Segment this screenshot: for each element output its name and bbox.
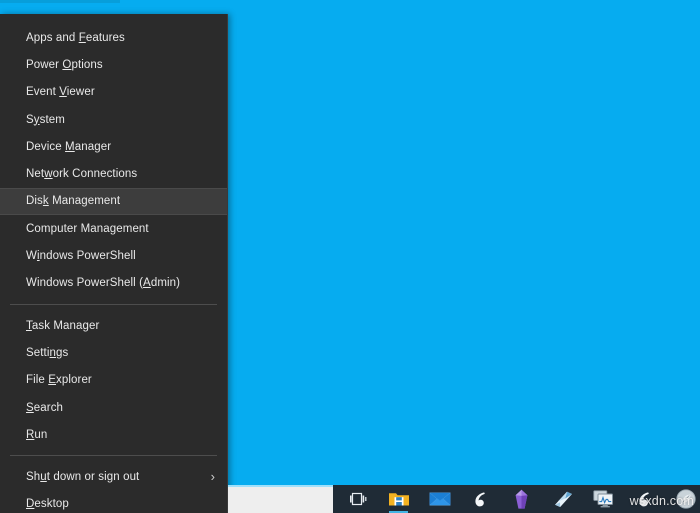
menu-item-device-manager[interactable]: Device Manager xyxy=(0,133,227,160)
crystal-gem-icon[interactable] xyxy=(501,485,542,513)
document-viewer-icon[interactable] xyxy=(542,485,583,513)
menu-item-run[interactable]: Run xyxy=(0,421,227,448)
menu-item-label: Apps and Features xyxy=(26,31,125,44)
taskbar-icon-strip xyxy=(333,485,700,513)
chevron-right-icon: › xyxy=(210,468,215,484)
menu-item-label: Event Viewer xyxy=(26,86,95,99)
menu-item-label: Search xyxy=(26,401,64,414)
sogou-input-icon[interactable] xyxy=(460,485,501,513)
menu-item-task-manager[interactable]: Task Manager xyxy=(0,312,227,339)
menu-item-label: System xyxy=(26,113,65,126)
taskbar xyxy=(228,485,700,513)
taskbar-search-box[interactable] xyxy=(228,485,333,513)
menu-item-desktop[interactable]: Desktop xyxy=(0,491,227,513)
menu-item-apps-and-features[interactable]: Apps and Features xyxy=(0,24,227,51)
menu-item-disk-management[interactable]: Disk Management xyxy=(0,187,227,216)
menu-item-shut-down-or-sign-out[interactable]: Shut down or sign out › xyxy=(0,463,227,490)
mail-icon[interactable] xyxy=(419,485,460,513)
menu-separator xyxy=(10,455,217,457)
menu-item-label: Network Connections xyxy=(26,168,138,181)
system-monitor-icon[interactable] xyxy=(583,485,624,513)
menu-item-label: Desktop xyxy=(26,498,69,511)
menu-item-system[interactable]: System xyxy=(0,106,227,133)
menu-item-search[interactable]: Search xyxy=(0,394,227,421)
menu-item-label: Computer Management xyxy=(26,222,149,235)
menu-item-label: Settings xyxy=(26,346,69,359)
menu-item-event-viewer[interactable]: Event Viewer xyxy=(0,79,227,106)
winx-power-user-menu: Apps and Features Power Options Event View… xyxy=(0,14,228,513)
menu-item-label: Disk Management xyxy=(26,195,121,208)
menu-item-windows-powershell-admin[interactable]: Windows PowerShell (Admin) xyxy=(0,270,227,297)
menu-separator xyxy=(10,303,217,305)
menu-item-settings[interactable]: Settings xyxy=(0,339,227,366)
top-edge-band xyxy=(0,0,120,3)
sogou-pinyin-icon[interactable] xyxy=(624,485,665,513)
menu-item-label: Windows PowerShell xyxy=(26,250,136,263)
menu-item-computer-management[interactable]: Computer Management xyxy=(0,215,227,242)
menu-item-network-connections[interactable]: Network Connections xyxy=(0,160,227,187)
file-explorer-icon[interactable] xyxy=(378,485,419,513)
task-view-icon[interactable] xyxy=(337,485,378,513)
menu-item-label: Shut down or sign out xyxy=(26,471,140,484)
menu-item-label: Device Manager xyxy=(26,140,112,153)
menu-item-windows-powershell[interactable]: Windows PowerShell xyxy=(0,242,227,269)
screen: Apps and Features Power Options Event View… xyxy=(0,0,700,513)
menu-item-label: Windows PowerShell (Admin) xyxy=(26,277,181,290)
menu-item-label: Task Manager xyxy=(26,319,100,332)
leaf-disc-icon[interactable] xyxy=(665,485,700,513)
menu-item-label: Power Options xyxy=(26,58,103,71)
menu-item-file-explorer[interactable]: File Explorer xyxy=(0,367,227,394)
menu-item-power-options[interactable]: Power Options xyxy=(0,51,227,78)
menu-item-label: File Explorer xyxy=(26,374,92,387)
menu-item-label: Run xyxy=(26,428,48,441)
